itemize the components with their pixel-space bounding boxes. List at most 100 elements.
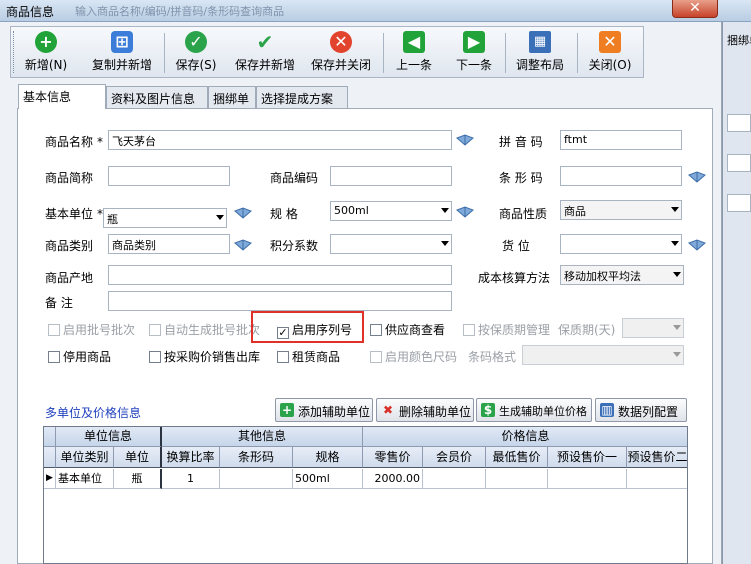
unit-price-grid: 单位信息 其他信息 价格信息 单位类别 单位 换算比率 条形码 规格 零售价 会…: [43, 426, 688, 564]
short-name-field[interactable]: [108, 166, 230, 186]
base-unit-combo[interactable]: 瓶: [103, 208, 227, 228]
table-cell[interactable]: [486, 469, 548, 489]
table-cell[interactable]: 基本单位: [56, 469, 114, 489]
table-cell[interactable]: [423, 469, 486, 489]
purchase-price-sale-checkbox[interactable]: 按采购价销售出库: [149, 348, 260, 365]
spec-combo[interactable]: 500ml: [330, 201, 452, 221]
lookup-book-icon[interactable]: [456, 134, 474, 146]
checkbox-box: [463, 324, 475, 336]
table-cell[interactable]: 1: [162, 469, 220, 489]
column-header[interactable]: 换算比率: [162, 447, 220, 468]
background-field: [727, 114, 751, 132]
shelf-life-combo[interactable]: [622, 318, 684, 338]
chevron-down-icon: [441, 208, 449, 213]
cost-method-combo[interactable]: 移动加权平均法: [560, 265, 684, 285]
column-header[interactable]: 单位: [114, 447, 162, 468]
plus-icon: +: [35, 31, 57, 53]
shelf-life-checkbox[interactable]: 按保质期管理: [463, 321, 550, 338]
next-button[interactable]: ▶ 下一条: [449, 29, 499, 77]
lookup-book-icon[interactable]: [234, 239, 252, 251]
group-price-info: 价格信息: [363, 427, 687, 447]
check-icon: ✓: [185, 31, 207, 53]
save-new-button[interactable]: ✔ 保存并新增: [231, 29, 299, 77]
background-field: [727, 194, 751, 212]
adjust-layout-button[interactable]: ▦ 调整布局: [511, 29, 569, 77]
toolbar: + 新增(N) ⊞ 复制并新增 ✓ 保存(S) ✔ 保存并新增 ✕ 保存并关闭 …: [10, 26, 644, 78]
base-unit-value: 瓶: [107, 213, 118, 226]
column-header[interactable]: 条形码: [220, 447, 293, 468]
column-header[interactable]: 最低售价: [486, 447, 548, 468]
chevron-down-icon: [673, 325, 681, 330]
columns-icon: ▥: [600, 403, 614, 417]
remark-field[interactable]: [108, 291, 452, 311]
cost-method-label: 成本核算方法: [478, 271, 551, 285]
new-button[interactable]: + 新增(N): [21, 29, 71, 77]
save-close-button[interactable]: ✕ 保存并关闭: [307, 29, 375, 77]
origin-field[interactable]: [108, 265, 452, 285]
table-cell[interactable]: 2000.00: [363, 469, 423, 489]
points-combo[interactable]: [330, 234, 452, 254]
column-header[interactable]: 预设售价一: [548, 447, 627, 468]
barcode-field[interactable]: [560, 166, 682, 186]
color-size-checkbox[interactable]: 启用颜色尺码: [370, 348, 457, 365]
toolbar-separator: [383, 33, 384, 73]
grid-icon: ▦: [529, 31, 551, 53]
toolbar-separator: [577, 33, 578, 73]
enable-batch-checkbox[interactable]: 启用批号批次: [48, 321, 135, 338]
disable-product-checkbox[interactable]: 停用商品: [48, 348, 111, 365]
previous-button[interactable]: ◀ 上一条: [389, 29, 439, 77]
lookup-book-icon[interactable]: [688, 239, 706, 251]
lookup-book-icon[interactable]: [234, 207, 252, 219]
delete-icon: ✖: [382, 403, 394, 417]
table-cell[interactable]: 瓶: [114, 469, 162, 489]
generate-price-button[interactable]: $ 生成辅助单位价格: [476, 398, 592, 422]
table-cell[interactable]: [627, 469, 687, 489]
barcode-label: 条 形 码: [499, 171, 543, 185]
code-field[interactable]: [330, 166, 452, 186]
row-header-cell: [44, 447, 56, 468]
chevron-down-icon: [441, 241, 449, 246]
supplier-view-checkbox[interactable]: 供应商查看: [370, 321, 445, 338]
spec-label: 规 格: [270, 207, 298, 221]
column-header[interactable]: 规格: [293, 447, 363, 468]
nature-combo[interactable]: 商品: [560, 200, 682, 220]
location-combo[interactable]: [560, 234, 682, 254]
checkbox-box: [370, 351, 382, 363]
window-close-button[interactable]: ✕: [672, 0, 718, 18]
table-cell[interactable]: 500ml: [293, 469, 363, 489]
tab-basic-info[interactable]: 基本信息: [18, 84, 106, 109]
checkbox-box: [48, 324, 60, 336]
column-header[interactable]: 预设售价二: [627, 447, 687, 468]
table-cell[interactable]: [220, 469, 293, 489]
nature-label: 商品性质: [499, 207, 548, 221]
tab-bundle[interactable]: 捆绑单: [208, 86, 256, 108]
column-header[interactable]: 零售价: [363, 447, 423, 468]
nature-value: 商品: [564, 205, 586, 218]
tab-details-images[interactable]: 资料及图片信息: [106, 86, 208, 108]
column-header[interactable]: 会员价: [423, 447, 486, 468]
close-button[interactable]: ✕ 关闭(O): [583, 29, 637, 77]
category-field[interactable]: 商品类别: [108, 234, 230, 254]
checkbox-box: [48, 351, 60, 363]
table-cell[interactable]: [548, 469, 627, 489]
barcode-format-combo[interactable]: [522, 345, 684, 365]
arrow-left-icon: ◀: [403, 31, 425, 53]
pinyin-field[interactable]: ftmt: [560, 130, 682, 150]
save-button[interactable]: ✓ 保存(S): [171, 29, 221, 77]
column-config-button[interactable]: ▥ 数据列配置: [595, 398, 687, 422]
location-label: 货 位: [502, 239, 530, 253]
lookup-book-icon[interactable]: [456, 206, 474, 218]
highlight-box: [251, 311, 364, 343]
lookup-book-icon[interactable]: [688, 171, 706, 183]
tab-commission[interactable]: 选择提成方案: [256, 86, 348, 108]
copy-new-button[interactable]: ⊞ 复制并新增: [85, 29, 159, 77]
auto-batch-checkbox[interactable]: 自动生成批号批次: [149, 321, 260, 338]
add-unit-button[interactable]: + 添加辅助单位: [275, 398, 373, 422]
base-unit-label: 基本单位: [45, 207, 94, 221]
origin-label: 商品产地: [45, 271, 94, 285]
rental-product-checkbox[interactable]: 租赁商品: [277, 348, 340, 365]
delete-unit-button[interactable]: ✖ 删除辅助单位: [376, 398, 474, 422]
column-header[interactable]: 单位类别: [56, 447, 114, 468]
background-field: [727, 154, 751, 172]
product-name-field[interactable]: 飞天茅台: [108, 130, 452, 150]
